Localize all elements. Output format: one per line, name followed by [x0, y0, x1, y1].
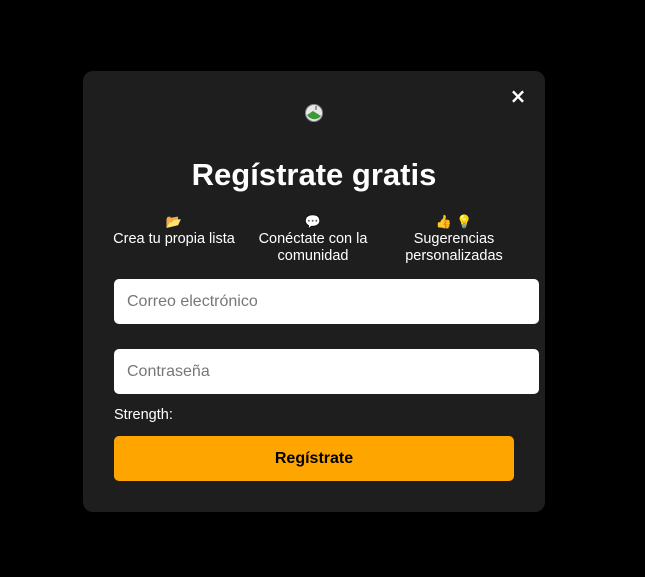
- feature-community: 💬 Conéctate con la comunidad: [253, 214, 373, 265]
- close-button[interactable]: ×: [509, 86, 527, 106]
- feature-label: Crea tu propia lista: [113, 231, 235, 247]
- email-field[interactable]: [114, 279, 539, 324]
- folder-icon: 📂: [165, 215, 183, 230]
- logo-icon: [305, 104, 323, 122]
- feature-label: Conéctate con la comunidad: [258, 231, 368, 264]
- feature-suggestions: 👍 💡 Sugerencias personalizadas: [393, 214, 515, 265]
- feature-create-list: 📂 Crea tu propia lista: [113, 214, 235, 248]
- thumbs-up-lightbulb-icon: 👍 💡: [435, 215, 473, 230]
- modal-title: Regístrate gratis: [191, 157, 437, 192]
- feature-list: 📂 Crea tu propia lista 💬 Conéctate con l…: [113, 214, 515, 268]
- password-field[interactable]: [114, 349, 539, 394]
- feature-label: Sugerencias personalizadas: [405, 231, 503, 264]
- password-strength-label: Strength:: [114, 407, 173, 423]
- signup-modal: × Regístrate gratis 📂 Crea tu propia lis…: [83, 71, 545, 512]
- speech-bubble-icon: 💬: [304, 215, 322, 230]
- register-button[interactable]: Regístrate: [114, 436, 514, 481]
